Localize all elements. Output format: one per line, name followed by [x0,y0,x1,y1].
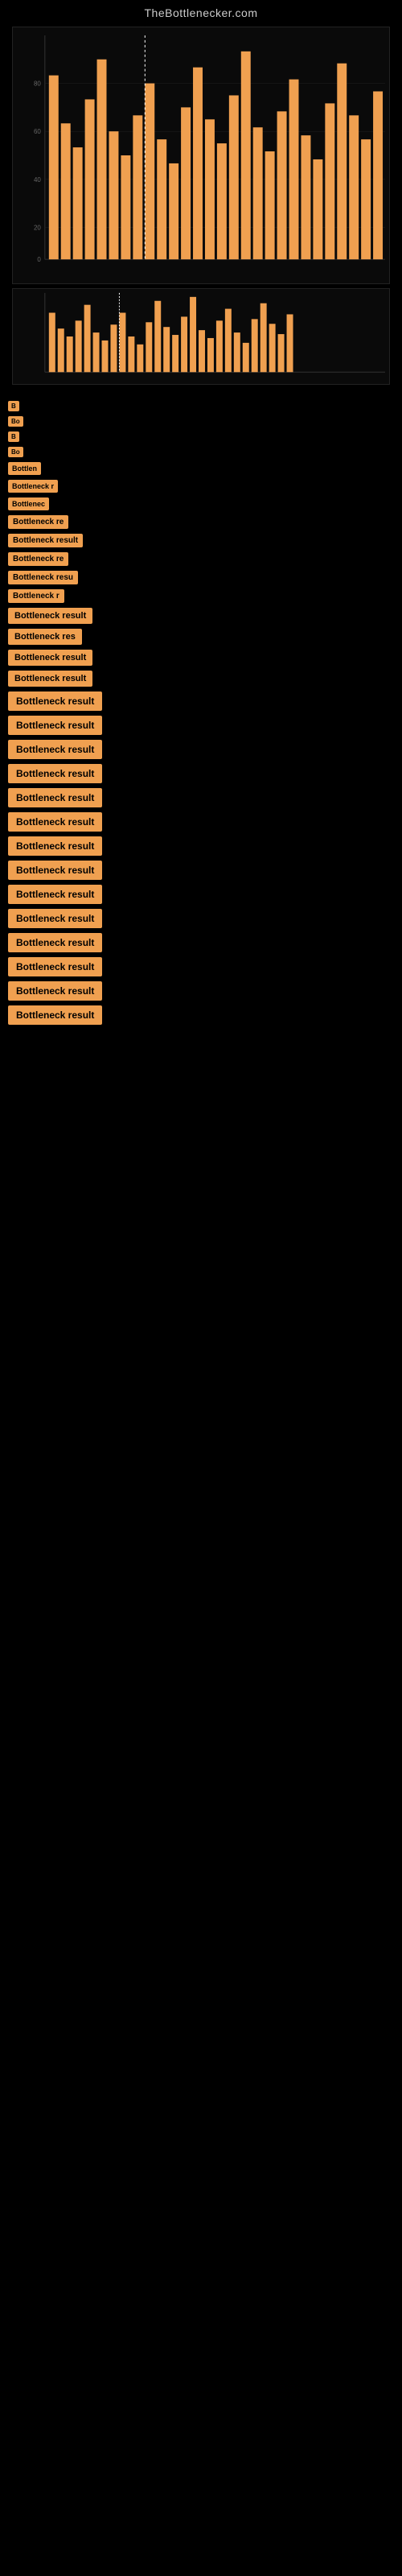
result-label: Bottleneck result [8,788,102,807]
result-label: Bottleneck result [8,957,102,976]
result-item[interactable]: Bottleneck result [8,836,394,856]
result-label: Bottlenec [8,497,49,510]
result-label: Bottleneck r [8,589,64,603]
result-item[interactable]: Bottleneck result [8,957,394,976]
result-label: B [8,401,19,411]
result-label: Bo [8,447,23,457]
result-item[interactable]: Bottleneck re [8,552,394,566]
result-item[interactable]: Bottleneck result [8,1005,394,1025]
result-item[interactable]: Bottleneck resu [8,571,394,584]
result-label: Bottleneck result [8,740,102,759]
svg-text:0: 0 [37,256,41,263]
result-label: Bottleneck result [8,836,102,856]
result-label: Bottleneck result [8,608,92,624]
site-title: TheBottlenecker.com [0,0,402,23]
result-item[interactable]: Bottleneck re [8,515,394,529]
svg-text:60: 60 [34,128,41,135]
result-item[interactable]: Bottlenec [8,497,394,510]
result-label: Bottlen [8,462,41,475]
result-label: Bo [8,416,23,427]
svg-text:40: 40 [34,176,41,184]
result-item[interactable]: B [8,401,394,411]
result-label: B [8,431,19,442]
results-container: B Bo B Bo Bottlen Bottleneck r Bottlenec Bottle… [0,401,402,1025]
result-item[interactable]: Bottleneck result [8,716,394,735]
result-item[interactable]: Bottleneck result [8,740,394,759]
result-item[interactable]: Bottleneck result [8,650,394,666]
result-label: Bottleneck result [8,534,83,547]
result-item[interactable]: Bottleneck result [8,981,394,1001]
result-label: Bottleneck re [8,552,68,566]
result-label: Bottleneck result [8,1005,102,1025]
result-item[interactable]: Bottleneck r [8,589,394,603]
svg-text:20: 20 [34,224,41,231]
result-item[interactable]: Bottleneck result [8,691,394,711]
result-item[interactable]: Bottlen [8,462,394,475]
result-label: Bottleneck result [8,933,102,952]
result-item[interactable]: Bottleneck result [8,812,394,832]
result-item[interactable]: Bottleneck result [8,671,394,687]
result-item[interactable]: Bottleneck result [8,933,394,952]
result-item[interactable]: Bottleneck result [8,909,394,928]
result-item[interactable]: Bottleneck result [8,885,394,904]
result-label: Bottleneck result [8,650,92,666]
result-item[interactable]: B [8,431,394,442]
secondary-chart [12,288,390,385]
result-label: Bottleneck result [8,981,102,1001]
result-label: Bottleneck result [8,764,102,783]
result-item[interactable]: Bo [8,416,394,427]
main-chart: 80 60 40 20 0 [12,27,390,284]
result-label: Bottleneck result [8,885,102,904]
result-label: Bottleneck result [8,909,102,928]
result-label: Bottleneck r [8,480,58,493]
result-item[interactable]: Bottleneck result [8,764,394,783]
result-label: Bottleneck result [8,861,102,880]
result-label: Bottleneck result [8,716,102,735]
result-label: Bottleneck res [8,629,82,645]
result-item[interactable]: Bottleneck result [8,534,394,547]
result-label: Bottleneck result [8,671,92,687]
result-item[interactable]: Bottleneck r [8,480,394,493]
result-item[interactable]: Bottleneck result [8,861,394,880]
result-label: Bottleneck result [8,691,102,711]
result-label: Bottleneck resu [8,571,78,584]
result-label: Bottleneck re [8,515,68,529]
result-label: Bottleneck result [8,812,102,832]
result-item[interactable]: Bottleneck result [8,788,394,807]
result-item[interactable]: Bottleneck res [8,629,394,645]
result-item[interactable]: Bo [8,447,394,457]
svg-text:80: 80 [34,80,41,88]
result-item[interactable]: Bottleneck result [8,608,394,624]
